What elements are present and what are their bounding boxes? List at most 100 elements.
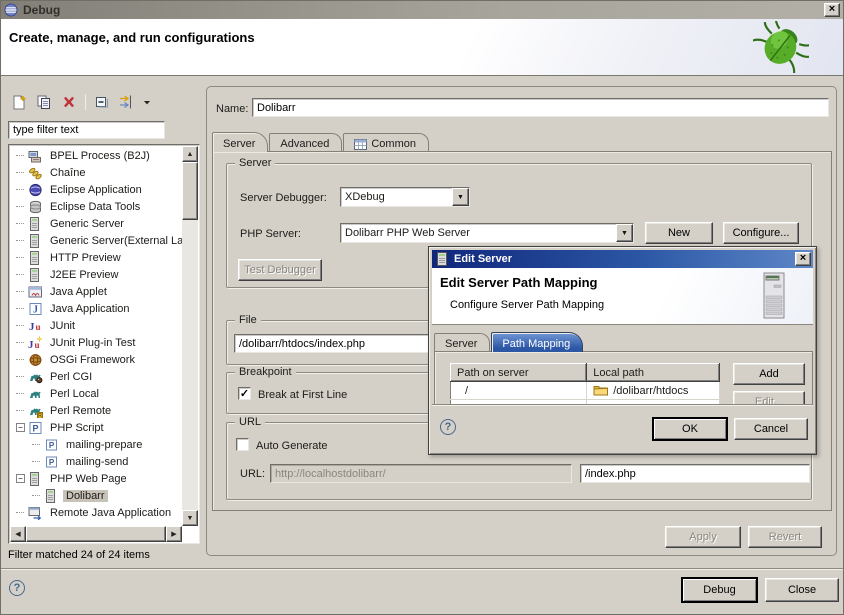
tree-item[interactable]: Generic Server bbox=[10, 215, 182, 232]
tree-connector bbox=[16, 257, 24, 258]
tree-item[interactable]: JuJUnit bbox=[10, 317, 182, 334]
tree-vertical-scrollbar[interactable]: ▲ ▼ bbox=[182, 146, 198, 526]
tree-item[interactable]: Dolibarr bbox=[10, 487, 182, 504]
tree-item[interactable]: Pmailing-send bbox=[10, 453, 182, 470]
column-header[interactable]: Local path bbox=[587, 364, 720, 382]
tree-item[interactable]: −PPHP Script bbox=[10, 419, 182, 436]
new-configuration-button[interactable] bbox=[8, 91, 30, 113]
filter-input[interactable] bbox=[8, 121, 165, 139]
title-bar[interactable]: Debug × bbox=[1, 1, 843, 19]
url-base-input[interactable] bbox=[270, 464, 572, 483]
dialog-subheading: Configure Server Path Mapping bbox=[450, 299, 604, 311]
scroll-left-button[interactable]: ◀ bbox=[10, 526, 26, 542]
tree-item-label: Eclipse Application bbox=[47, 184, 145, 196]
mapping-row[interactable]: //dolibarr/htdocs bbox=[451, 382, 720, 400]
svg-text:J: J bbox=[33, 304, 38, 315]
delete-icon bbox=[61, 94, 77, 110]
tab-path-mapping[interactable]: Path Mapping bbox=[491, 332, 583, 352]
tree-item[interactable]: Perl CGI bbox=[10, 368, 182, 385]
tree-item[interactable]: Perl Local bbox=[10, 385, 182, 402]
dialog-close-button[interactable]: × bbox=[795, 252, 811, 266]
tree-item[interactable]: Eclipse Data Tools bbox=[10, 198, 182, 215]
configure-server-button[interactable]: Configure... bbox=[723, 222, 799, 244]
scroll-right-button[interactable]: ▶ bbox=[166, 526, 182, 542]
svg-text:P: P bbox=[49, 441, 55, 450]
dialog-help-button[interactable]: ? bbox=[440, 419, 456, 435]
tab-advanced[interactable]: Advanced bbox=[269, 133, 342, 152]
svg-text:R: R bbox=[38, 413, 42, 418]
new-server-button[interactable]: New bbox=[645, 222, 713, 244]
php-server-label: PHP Server: bbox=[240, 228, 301, 240]
tree-list: BPEL Process (B2J)Chaîne Eclipse Applicat… bbox=[10, 147, 182, 526]
add-mapping-button[interactable]: Add bbox=[733, 363, 805, 385]
apply-button[interactable]: Apply bbox=[665, 526, 741, 548]
collapse-all-button[interactable] bbox=[91, 91, 113, 113]
server-icon bbox=[28, 217, 44, 231]
tab-server[interactable]: Server bbox=[434, 333, 490, 352]
tree-horizontal-scrollbar[interactable]: ◀ ▶ bbox=[10, 526, 182, 542]
filter-menu-arrow[interactable] bbox=[141, 98, 153, 106]
tree-item[interactable]: Chaîne bbox=[10, 164, 182, 181]
tree-connector bbox=[32, 495, 40, 496]
bpel-icon bbox=[28, 149, 44, 163]
help-button[interactable]: ? bbox=[9, 580, 25, 596]
tree-item[interactable]: Remote Java Application bbox=[10, 504, 182, 521]
tree-item[interactable]: −PHP Web Page bbox=[10, 470, 182, 487]
break-first-line-label: Break at First Line bbox=[258, 389, 347, 401]
tree-item[interactable]: OSGi Framework bbox=[10, 351, 182, 368]
tree-item[interactable]: Java Applet bbox=[10, 283, 182, 300]
combo-dropdown-icon[interactable]: ▼ bbox=[616, 224, 633, 242]
php-server-combo[interactable]: Dolibarr PHP Web Server ▼ bbox=[340, 223, 634, 243]
tree-connector bbox=[16, 189, 24, 190]
path-mapping-table[interactable]: Path on serverLocal path //dolibarr/htdo… bbox=[450, 363, 720, 409]
tree-item-label: Java Application bbox=[47, 303, 133, 315]
path-mapping-tab-content: Path on serverLocal path //dolibarr/htdo… bbox=[434, 351, 813, 409]
tree-item[interactable]: JuJUnit Plug-in Test bbox=[10, 334, 182, 351]
vertical-scroll-thumb[interactable] bbox=[182, 162, 198, 220]
debug-button[interactable]: Debug bbox=[682, 578, 757, 602]
filter-button[interactable] bbox=[116, 91, 138, 113]
tree-item[interactable]: HTTP Preview bbox=[10, 249, 182, 266]
column-header[interactable]: Path on server bbox=[451, 364, 587, 382]
name-input[interactable] bbox=[252, 98, 829, 117]
tree-item[interactable]: BPEL Process (B2J) bbox=[10, 147, 182, 164]
duplicate-configuration-button[interactable] bbox=[33, 91, 55, 113]
tab-common[interactable]: Common bbox=[343, 133, 429, 152]
revert-button[interactable]: Revert bbox=[748, 526, 822, 548]
server-debugger-combo[interactable]: XDebug ▼ bbox=[340, 187, 470, 207]
test-debugger-button[interactable]: Test Debugger bbox=[238, 259, 322, 281]
tree-connector bbox=[16, 223, 24, 224]
close-button[interactable]: Close bbox=[765, 578, 839, 602]
tree-item-label: Java Applet bbox=[47, 286, 110, 298]
auto-generate-checkbox[interactable] bbox=[236, 438, 249, 451]
tree-item[interactable]: J2EE Preview bbox=[10, 266, 182, 283]
configuration-tabs: ServerAdvancedCommon bbox=[212, 132, 430, 152]
break-first-line-checkbox[interactable]: ✓ bbox=[238, 387, 251, 400]
tree-collapse-toggle[interactable]: − bbox=[16, 474, 25, 483]
cancel-button[interactable]: Cancel bbox=[734, 418, 808, 440]
svg-text:J: J bbox=[29, 321, 35, 333]
tree-item[interactable]: RPerl Remote bbox=[10, 402, 182, 419]
scroll-up-button[interactable]: ▲ bbox=[182, 146, 198, 162]
url-path-input[interactable] bbox=[580, 464, 810, 483]
combo-dropdown-icon[interactable]: ▼ bbox=[452, 188, 469, 206]
horizontal-scroll-thumb[interactable] bbox=[26, 526, 166, 542]
tab-label: Server bbox=[445, 338, 477, 350]
tree-collapse-toggle[interactable]: − bbox=[16, 423, 25, 432]
scroll-down-button[interactable]: ▼ bbox=[182, 510, 198, 526]
tree-item[interactable]: J Java Application bbox=[10, 300, 182, 317]
dialog-title-bar[interactable]: Edit Server × bbox=[432, 250, 813, 268]
tab-server[interactable]: Server bbox=[212, 132, 268, 152]
delete-configuration-button[interactable] bbox=[58, 91, 80, 113]
tree-connector bbox=[16, 155, 24, 156]
remote-java-icon bbox=[28, 506, 44, 520]
applet-icon bbox=[28, 285, 44, 299]
server-debugger-value: XDebug bbox=[341, 191, 452, 203]
tree-connector bbox=[16, 240, 24, 241]
tree-item[interactable]: Pmailing-prepare bbox=[10, 436, 182, 453]
ok-button[interactable]: OK bbox=[653, 418, 727, 440]
window-close-button[interactable]: × bbox=[824, 3, 840, 17]
server-icon bbox=[28, 251, 44, 265]
tree-item[interactable]: Eclipse Application bbox=[10, 181, 182, 198]
tree-item[interactable]: Generic Server(External La bbox=[10, 232, 182, 249]
